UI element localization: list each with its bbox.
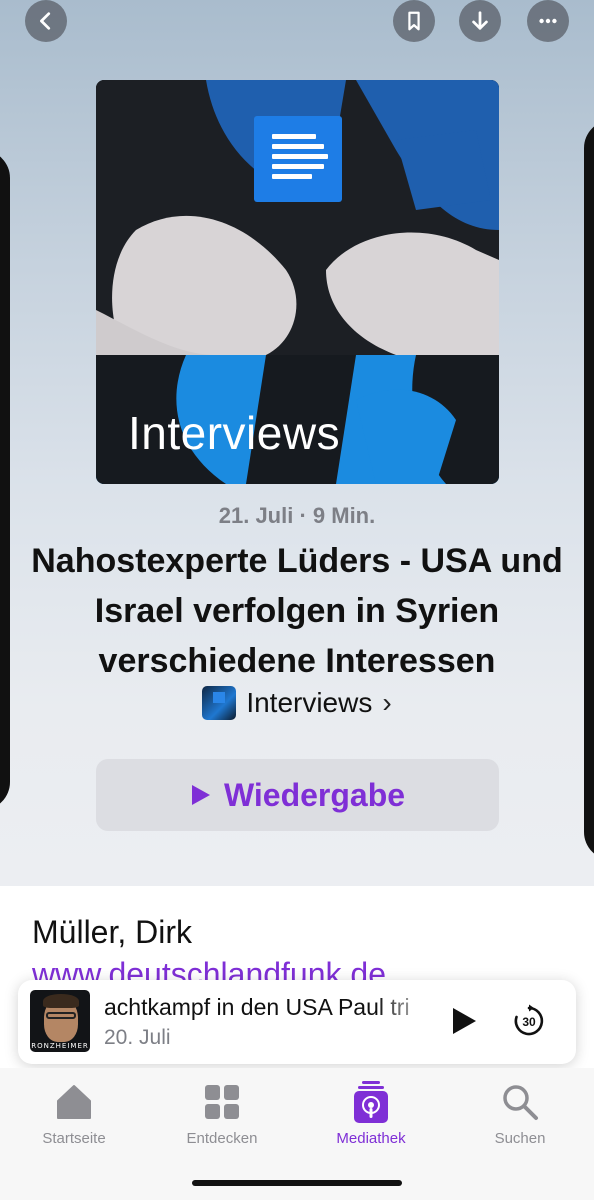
episode-meta: 21. Juli · 9 Min.: [218, 503, 376, 528]
grid-icon: [205, 1085, 239, 1119]
show-link[interactable]: Interviews ›: [0, 686, 594, 720]
episode-title: Nahostexperte Lüders - USA und Israel ve…: [31, 542, 563, 680]
podcast-artwork[interactable]: Interviews: [96, 80, 499, 484]
episode-hero: Interviews 21. Juli · 9 Min. Nahostexper…: [0, 0, 594, 886]
tab-entdecken[interactable]: Entdecken: [162, 1082, 282, 1147]
mini-player-title: achtkampf in den USA Paul tri: [104, 994, 410, 1020]
play-button-label: Wiedergabe: [223, 776, 406, 813]
search-icon: [503, 1085, 538, 1120]
episode-author: Müller, Dirk: [32, 914, 193, 950]
ellipsis-icon: [539, 18, 557, 24]
artwork-title: Interviews: [128, 407, 341, 459]
more-button[interactable]: [527, 0, 569, 42]
skip-forward-30-icon[interactable]: 30: [512, 1004, 546, 1038]
right-edge-decoration: [584, 120, 594, 860]
skip-label: 30: [522, 1015, 536, 1029]
show-name: Interviews: [246, 687, 373, 718]
tab-label: Startseite: [42, 1130, 106, 1147]
play-icon: [191, 785, 210, 805]
mini-player-artwork: RONZHEIMER: [30, 990, 90, 1052]
deutschlandfunk-logo: [254, 116, 342, 202]
tab-label: Mediathek: [336, 1130, 406, 1147]
mini-player[interactable]: RONZHEIMER achtkampf in den USA Paul tri…: [18, 980, 576, 1064]
chevron-right-icon: ›: [382, 687, 392, 718]
library-icon: [354, 1081, 388, 1123]
bookmark-button[interactable]: [393, 0, 435, 42]
home-indicator[interactable]: [192, 1180, 402, 1186]
tab-suchen[interactable]: Suchen: [460, 1082, 580, 1147]
tab-mediathek[interactable]: Mediathek: [311, 1081, 431, 1147]
mini-play-icon[interactable]: [450, 1006, 478, 1036]
download-button[interactable]: [459, 0, 501, 42]
arrow-down-icon: [472, 11, 488, 30]
home-icon: [57, 1085, 91, 1119]
show-thumbnail: [202, 686, 237, 720]
tab-label: Suchen: [494, 1130, 546, 1147]
chevron-left-icon: [40, 12, 51, 30]
tab-label: Entdecken: [186, 1130, 258, 1147]
bookmark-icon: [408, 11, 420, 31]
mini-artwork-label: RONZHEIMER: [31, 1042, 89, 1050]
tab-startseite[interactable]: Startseite: [14, 1082, 134, 1147]
mini-player-date: 20. Juli: [104, 1026, 171, 1049]
play-button[interactable]: Wiedergabe: [96, 759, 499, 831]
back-button[interactable]: [25, 0, 67, 42]
